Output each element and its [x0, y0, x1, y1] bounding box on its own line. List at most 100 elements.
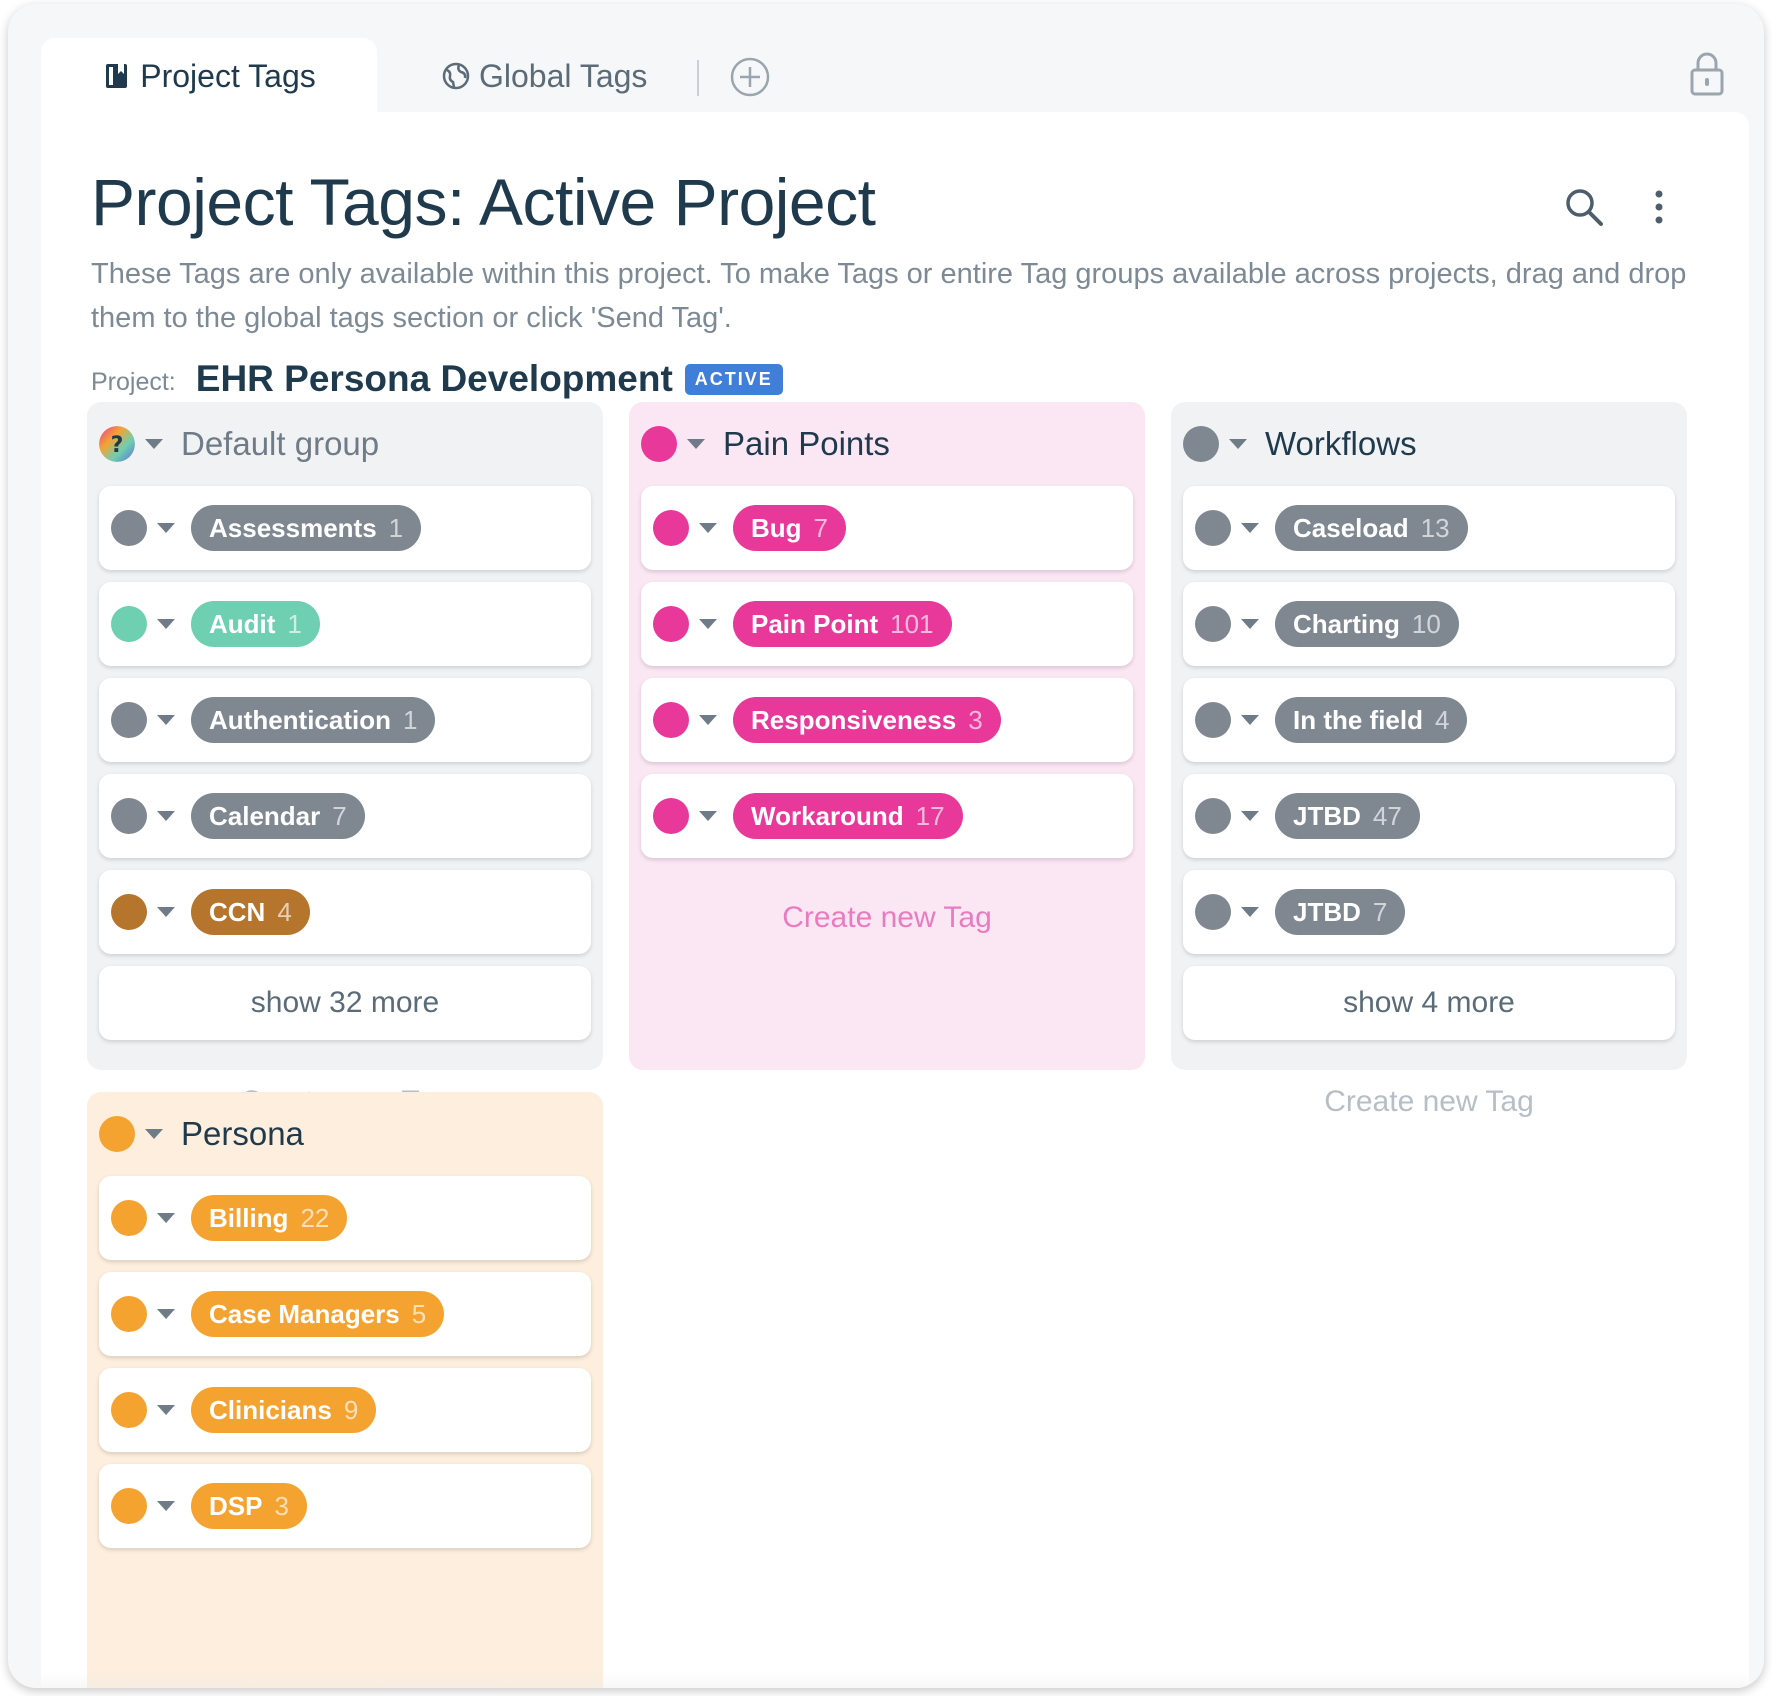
- chevron-down-icon[interactable]: [157, 1501, 175, 1511]
- tag-color-dot[interactable]: [1195, 798, 1231, 834]
- tag-color-dot[interactable]: [111, 606, 147, 642]
- tag-row[interactable]: Charting 10: [1183, 582, 1675, 666]
- tag-pill[interactable]: Billing 22: [191, 1195, 348, 1241]
- tag-name: Responsiveness: [751, 704, 957, 735]
- tag-name: Clinicians: [209, 1394, 332, 1425]
- chevron-down-icon[interactable]: [157, 1405, 175, 1415]
- chevron-down-icon[interactable]: [157, 715, 175, 725]
- page-description: These Tags are only available within thi…: [91, 258, 1687, 334]
- tag-color-dot[interactable]: [653, 798, 689, 834]
- tag-color-dot[interactable]: [111, 1296, 147, 1332]
- tag-row[interactable]: Responsiveness 3: [641, 678, 1133, 762]
- tag-row[interactable]: Case Managers 5: [99, 1272, 591, 1356]
- tag-color-dot[interactable]: [653, 606, 689, 642]
- tag-pill[interactable]: Calendar 7: [191, 793, 365, 839]
- tag-row[interactable]: Pain Point 101: [641, 582, 1133, 666]
- tag-row[interactable]: Calendar 7: [99, 774, 591, 858]
- chevron-down-icon[interactable]: [1229, 439, 1247, 449]
- add-tab-icon[interactable]: [729, 56, 771, 98]
- tag-name: JTBD: [1293, 896, 1361, 927]
- chevron-down-icon[interactable]: [157, 523, 175, 533]
- tag-name: Pain Point: [751, 608, 879, 639]
- chevron-down-icon[interactable]: [1241, 619, 1259, 629]
- show-more-button[interactable]: show 4 more: [1183, 966, 1675, 1040]
- group-color-dot[interactable]: [1183, 426, 1219, 462]
- chevron-down-icon[interactable]: [699, 619, 717, 629]
- chevron-down-icon[interactable]: [157, 811, 175, 821]
- tag-color-dot[interactable]: [111, 510, 147, 546]
- tag-pill[interactable]: Assessments 1: [191, 505, 422, 551]
- multicolor-question-icon[interactable]: ?: [99, 426, 135, 462]
- tag-row[interactable]: Workaround 17: [641, 774, 1133, 858]
- chevron-down-icon[interactable]: [699, 811, 717, 821]
- tag-row[interactable]: Caseload 13: [1183, 486, 1675, 570]
- tab-project-tags[interactable]: Project Tags: [41, 38, 377, 114]
- group-color-dot[interactable]: [99, 1116, 135, 1152]
- tag-pill[interactable]: Pain Point 101: [733, 601, 952, 647]
- tag-row[interactable]: Audit 1: [99, 582, 591, 666]
- show-more-button[interactable]: show 32 more: [99, 966, 591, 1040]
- chevron-down-icon[interactable]: [145, 439, 163, 449]
- tag-color-dot[interactable]: [1195, 606, 1231, 642]
- tag-pill[interactable]: JTBD 7: [1275, 889, 1406, 935]
- chevron-down-icon[interactable]: [1241, 715, 1259, 725]
- chevron-down-icon[interactable]: [699, 715, 717, 725]
- status-badge: ACTIVE: [684, 363, 783, 395]
- tag-row[interactable]: DSP 3: [99, 1464, 591, 1548]
- tab-label: Global Tags: [479, 57, 648, 94]
- tag-color-dot[interactable]: [1195, 510, 1231, 546]
- group-title: Persona: [181, 1115, 304, 1152]
- tag-color-dot[interactable]: [111, 798, 147, 834]
- tag-row[interactable]: Clinicians 9: [99, 1368, 591, 1452]
- tag-pill[interactable]: In the field 4: [1275, 697, 1468, 743]
- chevron-down-icon[interactable]: [157, 1213, 175, 1223]
- chevron-down-icon[interactable]: [1241, 811, 1259, 821]
- tag-pill[interactable]: CCN 4: [191, 889, 310, 935]
- tag-color-dot[interactable]: [111, 1200, 147, 1236]
- tag-pill[interactable]: Audit 1: [191, 601, 320, 647]
- chevron-down-icon[interactable]: [157, 1309, 175, 1319]
- tag-pill[interactable]: JTBD 47: [1275, 793, 1420, 839]
- tag-row[interactable]: CCN 4: [99, 870, 591, 954]
- chevron-down-icon[interactable]: [699, 523, 717, 533]
- chevron-down-icon[interactable]: [157, 907, 175, 917]
- tag-row[interactable]: Billing 22: [99, 1176, 591, 1260]
- tag-color-dot[interactable]: [1195, 894, 1231, 930]
- tag-row[interactable]: JTBD 7: [1183, 870, 1675, 954]
- tag-row[interactable]: Authentication 1: [99, 678, 591, 762]
- tag-color-dot[interactable]: [1195, 702, 1231, 738]
- tag-color-dot[interactable]: [653, 702, 689, 738]
- tag-pill[interactable]: Clinicians 9: [191, 1387, 377, 1433]
- tag-color-dot[interactable]: [111, 894, 147, 930]
- group-color-dot[interactable]: [641, 426, 677, 462]
- tab-global-tags[interactable]: Global Tags: [441, 38, 647, 114]
- tag-pill[interactable]: Authentication 1: [191, 697, 436, 743]
- tag-pill[interactable]: DSP 3: [191, 1483, 307, 1529]
- tag-row[interactable]: Bug 7: [641, 486, 1133, 570]
- tag-count: 1: [388, 512, 404, 543]
- chevron-down-icon[interactable]: [687, 439, 705, 449]
- tag-color-dot[interactable]: [653, 510, 689, 546]
- chevron-down-icon[interactable]: [145, 1129, 163, 1139]
- tag-row[interactable]: JTBD 47: [1183, 774, 1675, 858]
- chevron-down-icon[interactable]: [1241, 907, 1259, 917]
- tag-row[interactable]: In the field 4: [1183, 678, 1675, 762]
- tag-pill[interactable]: Case Managers 5: [191, 1291, 445, 1337]
- tag-color-dot[interactable]: [111, 702, 147, 738]
- tag-pill[interactable]: Responsiveness 3: [733, 697, 1001, 743]
- tag-color-dot[interactable]: [111, 1392, 147, 1428]
- lock-icon[interactable]: [1688, 50, 1726, 96]
- tag-pill[interactable]: Caseload 13: [1275, 505, 1468, 551]
- create-tag-button[interactable]: Create new Tag: [1183, 1052, 1675, 1152]
- tag-pill[interactable]: Workaround 17: [733, 793, 963, 839]
- tag-row[interactable]: Assessments 1: [99, 486, 591, 570]
- chevron-down-icon[interactable]: [1241, 523, 1259, 533]
- tag-color-dot[interactable]: [111, 1488, 147, 1524]
- tag-pill[interactable]: Charting 10: [1275, 601, 1459, 647]
- create-tag-button[interactable]: Create new Tag: [641, 870, 1133, 966]
- search-icon[interactable]: [1563, 186, 1605, 228]
- more-options-icon[interactable]: [1649, 186, 1669, 228]
- chevron-down-icon[interactable]: [157, 619, 175, 629]
- tag-pill[interactable]: Bug 7: [733, 505, 847, 551]
- svg-text:?: ?: [111, 433, 124, 458]
